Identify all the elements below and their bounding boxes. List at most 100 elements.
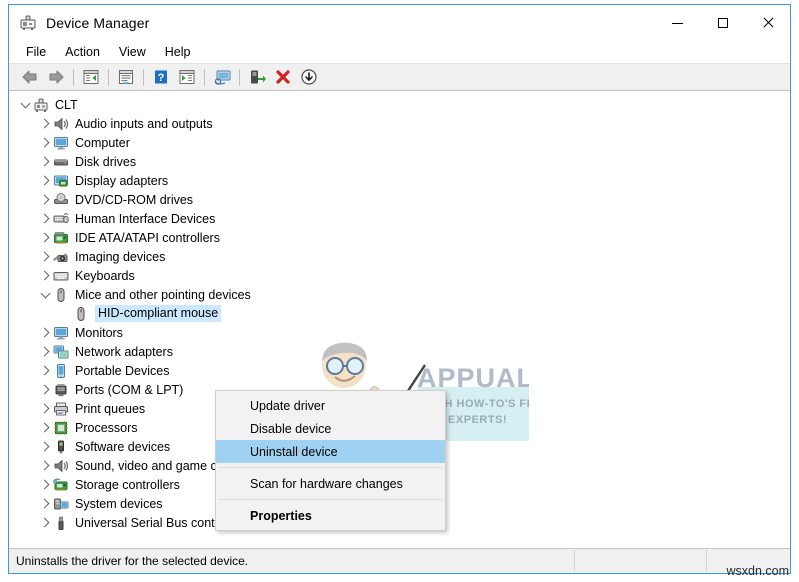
tree-item-label: Network adapters bbox=[75, 344, 173, 359]
tree-item-label: Storage controllers bbox=[75, 477, 180, 492]
context-menu[interactable]: Update driver Disable device Uninstall dev… bbox=[215, 390, 446, 531]
chevron-right-icon[interactable] bbox=[37, 418, 53, 437]
chevron-right-icon[interactable] bbox=[37, 361, 53, 380]
menu-help[interactable]: Help bbox=[156, 42, 201, 62]
back-arrow-icon[interactable] bbox=[17, 65, 43, 89]
help-icon[interactable]: ? bbox=[148, 65, 174, 89]
chevron-right-icon[interactable] bbox=[37, 114, 53, 133]
device-tree-panel[interactable]: CLT Audio inputs and outputs Computer Disk … bbox=[9, 91, 790, 549]
show-hide-console-tree-icon[interactable] bbox=[78, 65, 104, 89]
system-device-icon bbox=[53, 496, 69, 512]
chevron-right-icon[interactable] bbox=[37, 152, 53, 171]
tree-item-label: Imaging devices bbox=[75, 249, 166, 264]
toolbar-separator bbox=[239, 68, 240, 86]
tree-item-dvd-cd-rom-drives[interactable]: DVD/CD-ROM drives bbox=[9, 190, 790, 209]
chevron-right-icon[interactable] bbox=[37, 323, 53, 342]
context-menu-item-disable-device[interactable]: Disable device bbox=[216, 417, 445, 440]
tree-item-label: Human Interface Devices bbox=[75, 211, 216, 226]
ide-controller-icon bbox=[53, 230, 69, 246]
chevron-right-icon[interactable] bbox=[37, 475, 53, 494]
display-adapter-icon bbox=[53, 173, 69, 189]
tree-item-disk-drives[interactable]: Disk drives bbox=[9, 152, 790, 171]
tree-item-label: Keyboards bbox=[75, 268, 135, 283]
toolbar-separator bbox=[108, 68, 109, 86]
chevron-right-icon[interactable] bbox=[37, 456, 53, 475]
chevron-down-icon[interactable] bbox=[17, 95, 33, 114]
disable-device-icon[interactable] bbox=[296, 65, 322, 89]
software-device-icon bbox=[53, 439, 69, 455]
tree-item-label: IDE ATA/ATAPI controllers bbox=[75, 230, 220, 245]
computer-root-icon bbox=[33, 97, 49, 113]
chevron-right-icon[interactable] bbox=[37, 266, 53, 285]
window-title: Device Manager bbox=[46, 15, 150, 31]
chevron-right-icon[interactable] bbox=[37, 228, 53, 247]
scan-for-hardware-changes-icon[interactable] bbox=[209, 65, 235, 89]
context-menu-item-properties[interactable]: Properties bbox=[216, 504, 445, 527]
menu-action[interactable]: Action bbox=[56, 42, 110, 62]
chevron-right-icon[interactable] bbox=[37, 190, 53, 209]
tree-item-portable-devices[interactable]: Portable Devices bbox=[9, 361, 790, 380]
toolbar-separator bbox=[73, 68, 74, 86]
speaker-icon bbox=[53, 458, 69, 474]
tree-item-imaging-devices[interactable]: Imaging devices bbox=[9, 247, 790, 266]
usb-icon bbox=[53, 515, 69, 531]
properties-icon[interactable] bbox=[113, 65, 139, 89]
tree-item-label: DVD/CD-ROM drives bbox=[75, 192, 194, 207]
tree-item-audio-inputs-and-outputs[interactable]: Audio inputs and outputs bbox=[9, 114, 790, 133]
tree-item-display-adapters[interactable]: Display adapters bbox=[9, 171, 790, 190]
tree-item-label: Computer bbox=[75, 135, 130, 150]
hid-icon bbox=[53, 211, 69, 227]
update-driver-icon[interactable] bbox=[244, 65, 270, 89]
show-hide-action-pane-icon[interactable] bbox=[174, 65, 200, 89]
mouse-icon bbox=[53, 287, 69, 303]
tree-item-computer[interactable]: Computer bbox=[9, 133, 790, 152]
menu-file[interactable]: File bbox=[17, 42, 56, 62]
tree-item-keyboards[interactable]: Keyboards bbox=[9, 266, 790, 285]
menu-view[interactable]: View bbox=[110, 42, 156, 62]
monitor-icon bbox=[53, 135, 69, 151]
minimize-button[interactable] bbox=[655, 5, 700, 41]
chevron-right-icon[interactable] bbox=[37, 342, 53, 361]
network-adapter-icon bbox=[53, 344, 69, 360]
context-menu-item-scan-for-hardware-changes[interactable]: Scan for hardware changes bbox=[216, 472, 445, 495]
chevron-right-icon[interactable] bbox=[37, 494, 53, 513]
port-icon bbox=[53, 382, 69, 398]
tree-item-label: HID-compliant mouse bbox=[95, 305, 222, 322]
tree-item-label: Portable Devices bbox=[75, 363, 170, 378]
tree-item-mice-and-other-pointing-devices[interactable]: Mice and other pointing devices bbox=[9, 285, 790, 304]
chevron-right-icon[interactable] bbox=[37, 437, 53, 456]
tree-item-label: Display adapters bbox=[75, 173, 169, 188]
chevron-right-icon[interactable] bbox=[37, 209, 53, 228]
context-menu-item-update-driver[interactable]: Update driver bbox=[216, 394, 445, 417]
storage-controller-icon bbox=[53, 477, 69, 493]
tree-item-label: System devices bbox=[75, 496, 163, 511]
tree-item-network-adapters[interactable]: Network adapters bbox=[9, 342, 790, 361]
tree-item-hid-compliant-mouse[interactable]: HID-compliant mouse bbox=[9, 304, 790, 323]
optical-drive-icon bbox=[53, 192, 69, 208]
tree-item-label: Processors bbox=[75, 420, 138, 435]
chevron-right-icon[interactable] bbox=[37, 399, 53, 418]
close-button[interactable] bbox=[745, 5, 790, 41]
chevron-down-icon[interactable] bbox=[37, 285, 53, 304]
chevron-right-icon[interactable] bbox=[37, 171, 53, 190]
tree-item-ide-ata-atapi-controllers[interactable]: IDE ATA/ATAPI controllers bbox=[9, 228, 790, 247]
processor-icon bbox=[53, 420, 69, 436]
wsxdn-watermark: wsxdn.com bbox=[726, 564, 789, 578]
forward-arrow-icon[interactable] bbox=[43, 65, 69, 89]
context-menu-item-uninstall-device[interactable]: Uninstall device bbox=[216, 440, 445, 463]
chevron-right-icon[interactable] bbox=[37, 513, 53, 532]
uninstall-device-icon[interactable] bbox=[270, 65, 296, 89]
chevron-right-icon[interactable] bbox=[37, 247, 53, 266]
tree-item-human-interface-devices[interactable]: Human Interface Devices bbox=[9, 209, 790, 228]
portable-device-icon bbox=[53, 363, 69, 379]
chevron-right-icon[interactable] bbox=[37, 133, 53, 152]
maximize-button[interactable] bbox=[700, 5, 745, 41]
printer-icon bbox=[53, 401, 69, 417]
menu-bar: File Action View Help bbox=[9, 41, 790, 64]
speaker-icon bbox=[53, 116, 69, 132]
chevron-right-icon[interactable] bbox=[37, 380, 53, 399]
tree-item-clt[interactable]: CLT bbox=[9, 95, 790, 114]
status-pane-2 bbox=[575, 549, 706, 573]
tree-item-monitors[interactable]: Monitors bbox=[9, 323, 790, 342]
